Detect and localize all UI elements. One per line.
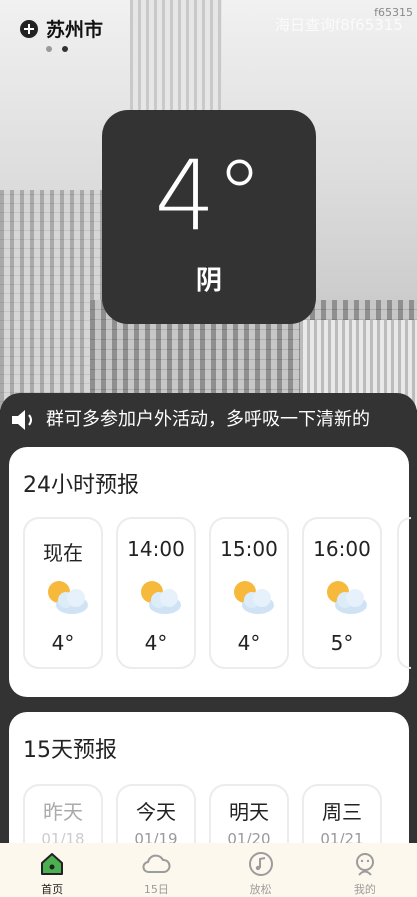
watermark-text: 海日查询f8f65315 (275, 16, 403, 34)
cloudy-sun-icon (327, 581, 367, 614)
cloud-icon (142, 854, 171, 873)
tab-label: 首页 (41, 883, 64, 896)
backdrop-building (130, 0, 222, 110)
cloudy-sun-icon (141, 581, 181, 614)
hourly-time: 14:00 (127, 537, 185, 561)
hourly-item-partial[interactable] (397, 517, 411, 669)
daily-label: 周三 (322, 800, 362, 824)
page-dot (46, 46, 52, 52)
tab-15day[interactable]: 15日 (104, 843, 208, 897)
hourly-time: 现在 (43, 541, 83, 565)
daily-label: 明天 (229, 800, 269, 824)
daily-label: 昨天 (43, 800, 83, 824)
tip-ticker: 群可多参加户外活动，多呼吸一下清新的 (46, 409, 370, 430)
tab-label: 我的 (353, 883, 376, 896)
hourly-time: 16:00 (313, 537, 371, 561)
page-dot-active (62, 46, 68, 52)
current-temperature: 4° (154, 140, 264, 252)
tab-profile[interactable]: 我的 (313, 843, 417, 897)
bottom-tab-bar: 首页 15日 放松 我的 (0, 843, 417, 897)
hourly-item[interactable]: 15:00 4° (209, 517, 289, 669)
page-indicator (46, 46, 68, 52)
hourly-temp: 5° (330, 631, 354, 655)
hourly-temp: 4° (51, 631, 75, 655)
tab-label: 15日 (143, 883, 169, 896)
hourly-temp: 4° (144, 631, 168, 655)
hourly-item[interactable]: 现在 4° (23, 517, 103, 669)
current-condition: 阴 (195, 266, 222, 296)
hourly-forecast-card: 24小时预报 现在 4° 14:00 4° 15:00 4° 16:00 5° (9, 447, 411, 697)
daily-label: 今天 (136, 800, 176, 824)
music-icon (248, 852, 273, 876)
daily-title: 15天预报 (23, 738, 117, 763)
hourly-item[interactable]: 16:00 5° (302, 517, 382, 669)
profile-icon (355, 853, 374, 876)
speaker-icon (12, 410, 32, 430)
tab-relax[interactable]: 放松 (209, 843, 313, 897)
add-city-icon[interactable] (20, 19, 38, 38)
hourly-temp: 4° (237, 631, 261, 655)
cloudy-sun-icon (48, 581, 88, 614)
home-icon (41, 853, 64, 875)
cloudy-sun-icon (234, 581, 274, 614)
hourly-item[interactable]: 14:00 4° (116, 517, 196, 669)
hourly-title: 24小时预报 (23, 473, 139, 498)
tab-home[interactable]: 首页 (0, 843, 104, 897)
city-selector[interactable]: 苏州市 (20, 15, 103, 42)
city-name: 苏州市 (46, 19, 104, 41)
hourly-time: 15:00 (220, 537, 278, 561)
current-weather-card: 4° 阴 (102, 110, 316, 324)
tab-label: 放松 (249, 883, 272, 896)
